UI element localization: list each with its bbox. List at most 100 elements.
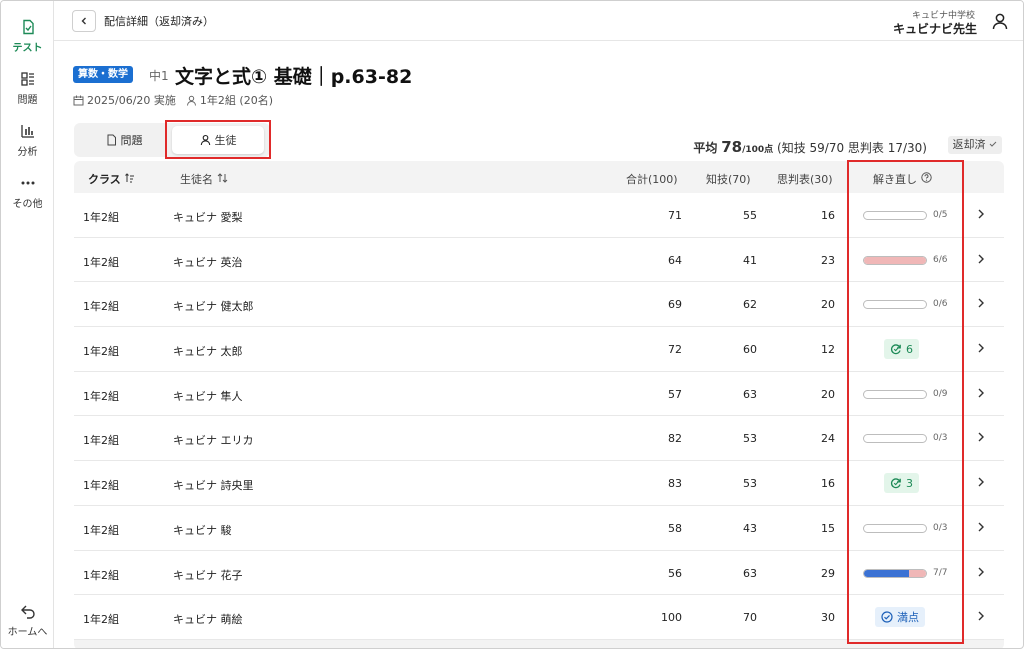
student-class: 1年2組 xyxy=(83,211,119,224)
sidebar-item-analysis[interactable]: 分析 xyxy=(1,123,54,158)
header-label: クラス xyxy=(88,173,121,186)
highlight-box-students-tab xyxy=(165,120,271,159)
column-header-thinking: 思判表(30) xyxy=(777,173,833,186)
home-label: ホームへ xyxy=(7,627,48,638)
sort-icon xyxy=(217,173,227,183)
score-thinking: 16 xyxy=(821,477,835,491)
app-window: テスト 問題 分析 その他 ホームへ 配信詳細（返却済み） キュビナ中学校 キュ… xyxy=(0,0,1024,649)
chevron-right-icon xyxy=(978,209,984,219)
test-date: 2025/06/20 実施 xyxy=(87,94,176,107)
sidebar-item-label: 問題 xyxy=(17,95,38,106)
test-meta: 2025/06/20 実施 1年2組 (20名) xyxy=(73,92,273,108)
calendar-icon xyxy=(73,95,84,105)
score-thinking: 15 xyxy=(821,521,835,535)
return-arrow-icon xyxy=(20,605,35,619)
row-open-button[interactable] xyxy=(976,475,986,492)
row-open-button[interactable] xyxy=(976,609,986,626)
header-label: 生徒名 xyxy=(180,173,213,186)
score-total: 69 xyxy=(668,298,682,312)
avg-prefix: 平均 xyxy=(693,141,718,155)
student-class: 1年2組 xyxy=(83,300,119,314)
student-class: 1年2組 xyxy=(83,389,119,403)
student-name: キュビナ 隼人 xyxy=(173,389,243,403)
user-account-icon[interactable] xyxy=(991,12,1009,30)
score-knowledge: 63 xyxy=(743,566,757,580)
student-name: キュビナ エリカ xyxy=(173,434,254,448)
row-open-button[interactable] xyxy=(976,565,986,582)
student-class: 1年2組 xyxy=(83,523,119,537)
person-icon xyxy=(186,95,196,106)
row-open-button[interactable] xyxy=(976,386,986,403)
student-class: 1年2組 xyxy=(83,568,119,582)
score-knowledge: 63 xyxy=(743,387,757,401)
sidebar-item-questions[interactable]: 問題 xyxy=(1,71,54,106)
score-thinking: 12 xyxy=(821,343,835,357)
tab-label: 問題 xyxy=(120,134,143,147)
score-total: 82 xyxy=(668,432,682,446)
student-name: キュビナ 英治 xyxy=(173,255,243,269)
chevron-right-icon xyxy=(978,343,984,353)
score-total: 100 xyxy=(661,611,682,625)
chevron-right-icon xyxy=(978,298,984,308)
sidebar-item-label: 分析 xyxy=(17,147,38,158)
student-name: キュビナ 詩央里 xyxy=(173,479,254,493)
score-knowledge: 41 xyxy=(743,253,757,267)
document-icon xyxy=(107,134,116,146)
sidebar: テスト 問題 分析 その他 ホームへ xyxy=(1,1,54,648)
score-thinking: 24 xyxy=(821,432,835,446)
class-info: 1年2組 (20名) xyxy=(199,94,273,107)
sidebar-item-test[interactable]: テスト xyxy=(1,19,54,54)
back-button[interactable] xyxy=(72,10,96,32)
score-total: 83 xyxy=(668,477,682,491)
sidebar-item-other[interactable]: その他 xyxy=(1,175,54,210)
grade-label: 中1 xyxy=(149,69,169,83)
test-doc-icon xyxy=(22,19,34,35)
row-open-button[interactable] xyxy=(976,207,986,224)
sidebar-item-label: その他 xyxy=(12,199,43,210)
row-open-button[interactable] xyxy=(976,296,986,313)
column-header-name[interactable]: 生徒名 xyxy=(180,171,228,187)
row-open-button[interactable] xyxy=(976,252,986,269)
score-knowledge: 62 xyxy=(743,298,757,312)
sidebar-item-label: テスト xyxy=(12,43,43,54)
sort-ascending-icon xyxy=(124,173,134,183)
score-thinking: 20 xyxy=(821,298,835,312)
row-open-button[interactable] xyxy=(976,430,986,447)
column-header-class[interactable]: クラス xyxy=(88,171,135,187)
chevron-right-icon xyxy=(978,254,984,264)
highlight-box-retry-column xyxy=(847,160,964,644)
score-thinking: 29 xyxy=(821,566,835,580)
score-total: 72 xyxy=(668,343,682,357)
score-knowledge: 53 xyxy=(743,432,757,446)
home-link[interactable]: ホームへ xyxy=(1,603,54,638)
score-knowledge: 53 xyxy=(743,477,757,491)
student-name: キュビナ 健太郎 xyxy=(173,300,254,314)
column-header-knowledge: 知技(70) xyxy=(706,173,751,186)
page-header-title: 配信詳細（返却済み） xyxy=(104,15,214,28)
chevron-right-icon xyxy=(978,522,984,532)
status-label: 返却済 xyxy=(952,138,986,151)
row-open-button[interactable] xyxy=(976,341,986,358)
score-thinking: 16 xyxy=(821,209,835,222)
score-thinking: 30 xyxy=(821,611,835,625)
chevron-right-icon xyxy=(978,567,984,576)
student-name: キュビナ 駿 xyxy=(173,523,232,537)
student-name: キュビナ 愛梨 xyxy=(173,211,243,224)
teacher-name: キュビナビ先生 xyxy=(892,22,977,36)
returned-status-dropdown[interactable]: 返却済 xyxy=(947,136,1002,154)
score-total: 64 xyxy=(668,253,682,267)
student-class: 1年2組 xyxy=(83,434,119,448)
avg-value: 78 xyxy=(721,138,743,156)
score-knowledge: 60 xyxy=(743,343,757,357)
more-dots-icon xyxy=(21,181,34,185)
row-open-button[interactable] xyxy=(976,520,986,537)
chevron-right-icon xyxy=(978,432,984,442)
questions-grid-icon xyxy=(20,72,34,86)
tab-questions[interactable]: 問題 xyxy=(78,126,170,154)
student-class: 1年2組 xyxy=(83,345,119,359)
score-total: 58 xyxy=(668,521,682,535)
student-name: キュビナ 花子 xyxy=(173,568,243,582)
check-icon xyxy=(989,141,997,147)
top-header: 配信詳細（返却済み） キュビナ中学校 キュビナビ先生 xyxy=(54,1,1023,41)
avg-detail: (知技 59/70 思判表 17/30) xyxy=(777,141,927,155)
